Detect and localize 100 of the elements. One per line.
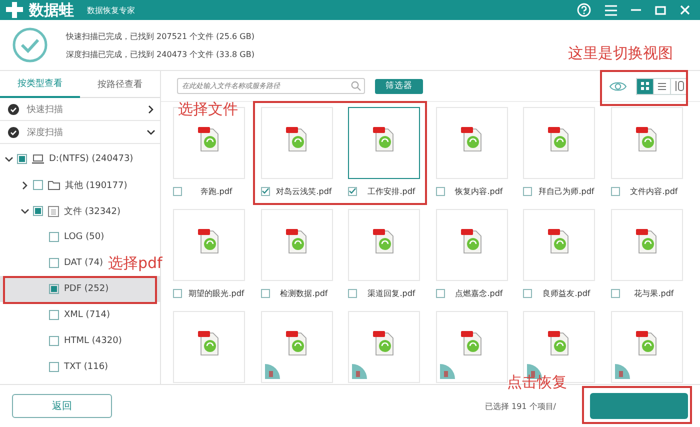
scan-section[interactable]: 深度扫描	[0, 121, 160, 144]
pdf-file-icon	[197, 126, 221, 152]
file-name: 工作安排.pdf	[366, 186, 416, 196]
file-name: 期望的眼光.pdf	[188, 288, 245, 298]
grid-view-button[interactable]	[636, 78, 654, 94]
checkbox[interactable]	[610, 288, 620, 298]
checkbox[interactable]	[348, 186, 357, 196]
checkbox[interactable]	[260, 186, 270, 196]
drive-icon	[32, 154, 44, 164]
checkbox[interactable]	[610, 186, 620, 196]
file-name: 对岛云浅笑.pdf	[276, 186, 332, 196]
check-badge-icon	[8, 104, 19, 114]
pdf-file-icon	[634, 126, 658, 152]
back-button[interactable]: 返回	[12, 394, 112, 418]
pdf-file-icon	[372, 126, 396, 152]
view-tab[interactable]: 按路径查看	[80, 71, 160, 98]
deleted-marker-icon	[352, 364, 367, 379]
pdf-file-icon	[547, 228, 571, 254]
detail-view-icon	[674, 81, 684, 91]
check-circle-icon	[12, 27, 48, 63]
checkbox[interactable]	[173, 186, 182, 196]
checkbox[interactable]	[523, 288, 532, 298]
eye-icon[interactable]	[609, 80, 627, 92]
document-icon	[48, 206, 59, 216]
checkbox[interactable]	[49, 232, 59, 242]
chevron-icon[interactable]	[4, 156, 14, 162]
file-thumbnail[interactable]	[348, 107, 420, 179]
checkbox[interactable]	[436, 288, 444, 298]
tree-item[interactable]: HTML (4320)	[0, 328, 122, 354]
folder-icon	[48, 180, 60, 190]
maximize-icon[interactable]	[655, 6, 666, 14]
file-name: 文件内容.pdf	[629, 186, 679, 196]
tree-item[interactable]: LOG (50)	[0, 224, 104, 250]
chevron-icon[interactable]	[22, 180, 28, 190]
menu-icon[interactable]	[605, 4, 617, 16]
app-name: 数据蛙	[29, 0, 74, 20]
tree-item[interactable]: 其他 (190177)	[0, 172, 128, 198]
checkbox[interactable]	[523, 186, 532, 196]
checkbox[interactable]	[33, 180, 43, 190]
pdf-file-icon	[460, 228, 484, 254]
scan-summary-text: 深度扫描已完成，已找到 240473 个文件 (33.8 GB)	[66, 48, 254, 60]
list-view-button[interactable]	[653, 78, 671, 94]
file-name: 拜自己为师.pdf	[538, 186, 595, 196]
file-name: 良师益友.pdf	[542, 288, 592, 298]
checkbox[interactable]	[49, 258, 59, 268]
view-tab[interactable]: 按类型查看	[0, 71, 80, 98]
list-icon	[658, 82, 666, 90]
pdf-file-icon	[460, 330, 484, 356]
annotation-text: 点击恢复	[507, 373, 567, 392]
tree-item[interactable]: 文件 (32342)	[0, 198, 121, 224]
cross-logo-icon	[6, 2, 24, 18]
checkbox[interactable]	[348, 288, 357, 298]
file-name: 点燃嘉念.pdf	[454, 288, 504, 298]
checkbox[interactable]	[260, 288, 270, 298]
tree-label: 文件 (32342)	[64, 206, 121, 218]
pdf-file-icon	[197, 228, 221, 254]
close-icon[interactable]	[680, 5, 690, 15]
checkbox[interactable]	[17, 154, 27, 164]
checkbox[interactable]	[49, 284, 59, 294]
tree-label: LOG (50)	[64, 232, 104, 242]
deleted-marker-icon	[264, 364, 280, 379]
pdf-file-icon	[372, 330, 396, 356]
tree-item[interactable]: D:(NTFS) (240473)	[0, 146, 134, 172]
pdf-file-icon	[284, 126, 308, 152]
checkbox[interactable]	[173, 288, 182, 298]
tree-item[interactable]: DAT (74)	[0, 250, 104, 276]
annotation-text: 选择文件	[178, 100, 238, 119]
scan-section[interactable]: 快速扫描	[0, 98, 160, 121]
scan-summary-text: 快速扫描已完成，已找到 207521 个文件 (25.6 GB)	[66, 30, 254, 42]
filter-button[interactable]: 筛选器	[375, 78, 423, 94]
checkbox[interactable]	[436, 186, 444, 196]
tree-label: HTML (4320)	[64, 336, 122, 346]
tree-label: XML (714)	[64, 310, 110, 320]
tree-item[interactable]: XML (714)	[0, 302, 110, 328]
scan-label: 深度扫描	[27, 126, 64, 138]
tree-item[interactable]: PDF (252)	[0, 276, 160, 302]
file-name: 检测数据.pdf	[279, 288, 329, 298]
file-name: 渠道回复.pdf	[366, 288, 416, 298]
file-name: 花与果.pdf	[633, 288, 675, 298]
pdf-file-icon	[460, 126, 484, 152]
pdf-file-icon	[634, 228, 658, 254]
pdf-file-icon	[284, 330, 308, 356]
checkbox[interactable]	[49, 336, 59, 346]
tree-label: PDF (252)	[64, 284, 109, 294]
checkbox[interactable]	[49, 362, 59, 372]
annotation-text: 这里是切换视图	[568, 44, 673, 63]
minimize-icon[interactable]	[631, 9, 641, 11]
pdf-file-icon	[634, 330, 658, 356]
annotation-text: 选择pdf	[108, 254, 162, 273]
file-name: 恢复内容.pdf	[454, 186, 504, 196]
checkbox[interactable]	[49, 310, 59, 320]
tree-item[interactable]: TXT (116)	[0, 354, 108, 380]
checkbox[interactable]	[33, 206, 43, 216]
help-icon[interactable]	[577, 3, 591, 17]
chevron-icon[interactable]	[20, 208, 30, 214]
scan-label: 快速扫描	[27, 104, 64, 116]
pdf-file-icon	[197, 330, 221, 356]
check-badge-icon	[8, 126, 19, 138]
pdf-file-icon	[547, 126, 571, 152]
tree-label: TXT (116)	[64, 362, 108, 372]
